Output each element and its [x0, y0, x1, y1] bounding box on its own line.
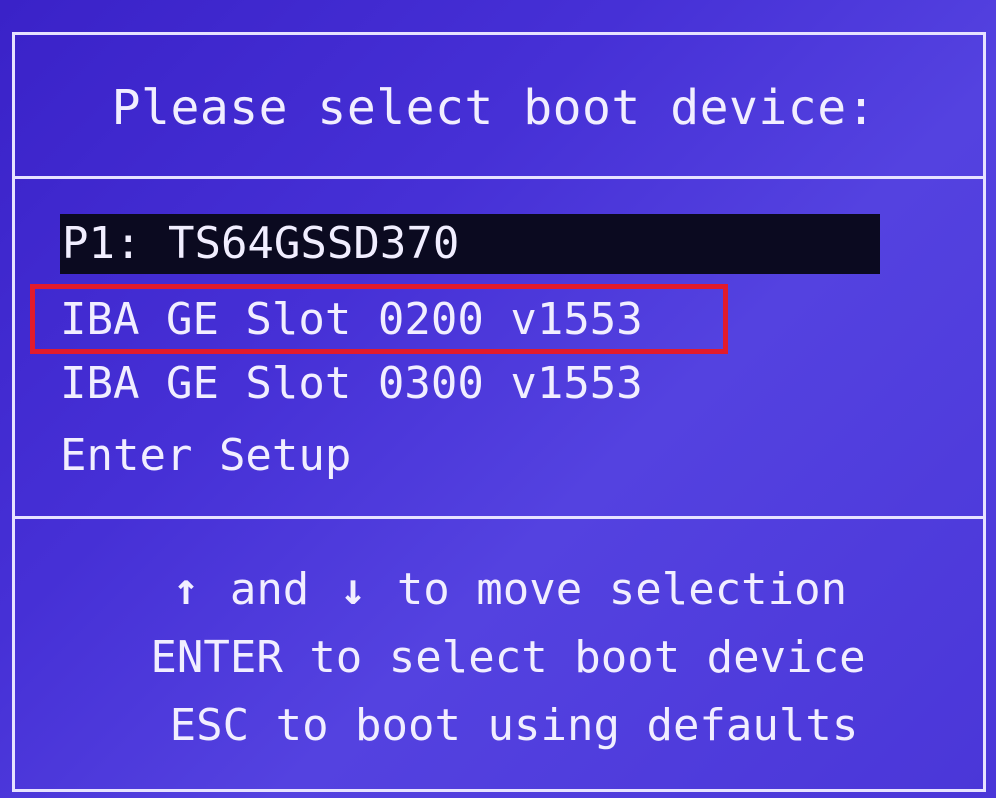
up-arrow-icon: ↑ — [172, 564, 200, 615]
help-move-line: ↑ and ↓ to move selection — [0, 560, 996, 620]
help-move-suffix: to move selection — [396, 564, 848, 615]
boot-item-iba-0300[interactable]: IBA GE Slot 0300 v1553 — [60, 354, 643, 414]
boot-item-p1-ssd[interactable]: P1: TS64GSSD370 — [60, 214, 880, 274]
boot-item-enter-setup[interactable]: Enter Setup — [60, 426, 351, 486]
down-arrow-icon: ↓ — [339, 564, 367, 615]
help-esc-line: ESC to boot using defaults — [169, 700, 859, 751]
annotation-highlight-box — [30, 284, 728, 354]
help-move-and: and — [229, 564, 310, 615]
title-divider — [14, 176, 984, 179]
menu-title: Please select boot device: — [111, 80, 876, 136]
help-enter-line: ENTER to select boot device — [150, 632, 866, 683]
bios-boot-menu: Please select boot device: P1: TS64GSSD3… — [0, 0, 996, 798]
help-divider — [14, 516, 984, 519]
